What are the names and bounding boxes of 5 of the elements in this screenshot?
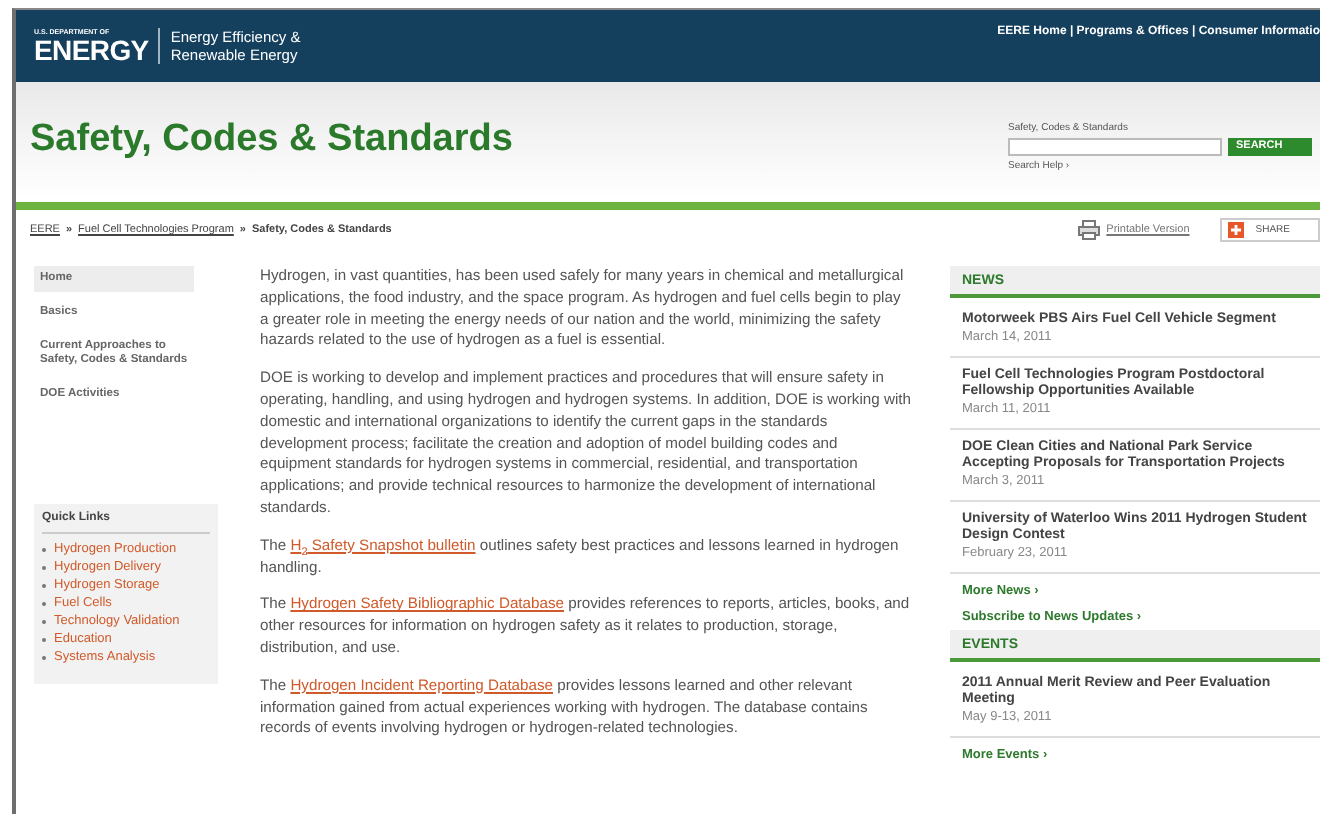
plus-icon <box>1227 222 1244 238</box>
logo-wordmark[interactable]: ENERGY <box>34 36 149 64</box>
printer-icon[interactable] <box>1078 220 1101 240</box>
search-field[interactable] <box>1008 137 1222 155</box>
page-title: Safety, Codes & Standards <box>30 118 513 162</box>
